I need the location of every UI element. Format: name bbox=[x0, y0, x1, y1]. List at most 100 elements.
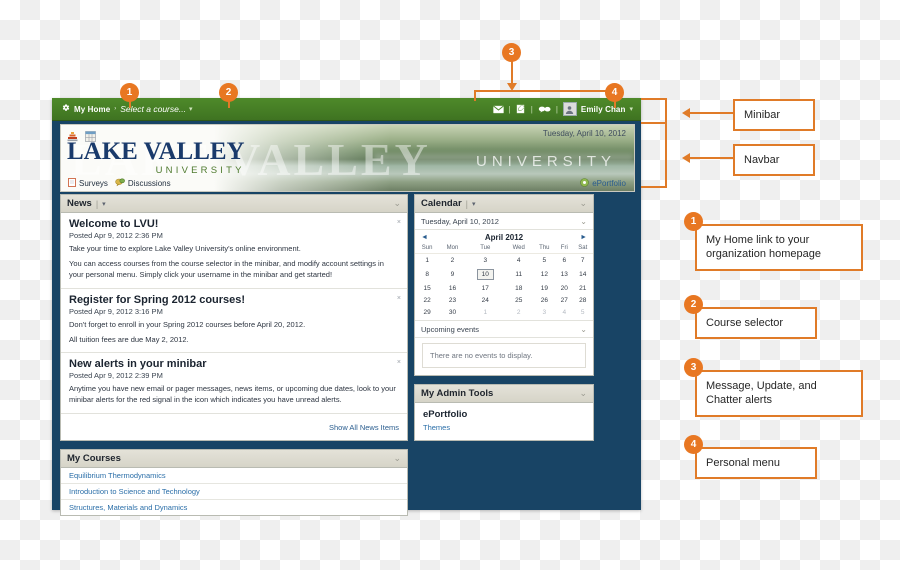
calendar-day[interactable]: 25 bbox=[505, 294, 533, 306]
personal-menu[interactable]: Emily Chan ▾ bbox=[562, 102, 633, 116]
calendar-day[interactable]: 9 bbox=[439, 266, 465, 282]
calendar-day[interactable]: 27 bbox=[556, 294, 572, 306]
course-selector[interactable]: Select a course... ▾ bbox=[120, 104, 192, 114]
calendar-day-today-label: 10 bbox=[476, 268, 494, 280]
calendar-day[interactable]: 5 bbox=[533, 254, 556, 267]
calendar-day[interactable]: 12 bbox=[533, 266, 556, 282]
calendar-day[interactable]: 21 bbox=[572, 282, 593, 294]
collapse-icon[interactable]: ⌄ bbox=[579, 198, 587, 209]
admin-tools-themes-link[interactable]: Themes bbox=[423, 423, 585, 432]
my-courses-header: My Courses ⌄ bbox=[61, 450, 407, 469]
calendar-day[interactable]: 18 bbox=[505, 282, 533, 294]
close-icon[interactable]: × bbox=[397, 219, 401, 226]
calendar-current-date-row: Tuesday, April 10, 2012 ⌄ bbox=[415, 213, 593, 230]
badge-1-legend: 1 bbox=[684, 212, 703, 231]
navbar-links: Surveys Discussions ePortfolio bbox=[61, 176, 634, 191]
collapse-icon[interactable]: ⌄ bbox=[579, 388, 587, 399]
calendar-day[interactable]: 22 bbox=[415, 294, 439, 306]
calendar-day[interactable]: 1 bbox=[415, 254, 439, 267]
avatar bbox=[562, 102, 577, 116]
calendar-day[interactable]: 14 bbox=[572, 266, 593, 282]
badge-3-legend: 3 bbox=[684, 358, 703, 377]
calendar-day[interactable]: 7 bbox=[572, 254, 593, 267]
course-link[interactable]: Introduction to Science and Technology bbox=[61, 484, 407, 501]
collapse-icon[interactable]: ⌄ bbox=[393, 453, 401, 464]
nav-link-discussions-label: Discussions bbox=[127, 179, 171, 188]
calendar-week-row: 8 9 10 11 12 13 14 bbox=[415, 266, 593, 282]
chevron-down-icon: ▾ bbox=[188, 106, 193, 113]
navbar-arrow-line bbox=[690, 157, 733, 159]
upcoming-events-label: Upcoming events bbox=[421, 324, 479, 334]
navbar-bracket bbox=[641, 122, 667, 188]
callout-minibar: Minibar bbox=[733, 99, 815, 132]
nav-link-discussions[interactable]: Discussions bbox=[115, 178, 171, 189]
calendar-day[interactable]: 30 bbox=[439, 306, 465, 318]
nav-link-surveys[interactable]: Surveys bbox=[68, 178, 108, 189]
calendar-day[interactable]: 2 bbox=[439, 254, 465, 267]
calendar-weekday: Mon bbox=[439, 243, 466, 254]
calendar-day[interactable]: 17 bbox=[466, 282, 505, 294]
news-item-date: Posted Apr 9, 2012 2:36 PM bbox=[69, 231, 163, 240]
navbar-arrow-head bbox=[682, 153, 690, 163]
callout-4: Personal menu bbox=[695, 447, 817, 480]
calendar-day-outside[interactable]: 4 bbox=[556, 306, 572, 318]
chatter-alert-icon[interactable] bbox=[538, 105, 551, 113]
calendar-day[interactable]: 3 bbox=[466, 254, 505, 267]
collapse-icon[interactable]: ⌄ bbox=[580, 325, 587, 334]
upcoming-events-header[interactable]: Upcoming events ⌄ bbox=[415, 320, 593, 338]
calendar-day-outside[interactable]: 2 bbox=[505, 306, 533, 318]
nav-link-surveys-label: Surveys bbox=[79, 179, 108, 188]
calendar-day[interactable]: 26 bbox=[533, 294, 556, 306]
my-courses-widget: My Courses ⌄ Equilibrium Thermodynamics … bbox=[60, 449, 408, 517]
close-icon[interactable]: × bbox=[397, 359, 401, 366]
calendar-day[interactable]: 4 bbox=[505, 254, 533, 267]
calendar-day-today[interactable]: 10 bbox=[466, 266, 505, 282]
news-item: × New alerts in your minibar Posted Apr … bbox=[61, 353, 407, 415]
minibar-right-group: | | | Emily Chan ▾ bbox=[492, 102, 641, 116]
calendar-day[interactable]: 11 bbox=[505, 266, 533, 282]
course-link[interactable]: Equilibrium Thermodynamics bbox=[61, 468, 407, 485]
nav-link-eportfolio[interactable]: ePortfolio bbox=[580, 178, 626, 189]
my-home-link[interactable]: My Home bbox=[61, 104, 110, 114]
news-widget-header: News | ▾ ⌄ bbox=[61, 195, 407, 213]
calendar-month-label: April 2012 bbox=[484, 233, 524, 242]
calendar-day-outside[interactable]: 5 bbox=[572, 306, 593, 318]
calendar-day[interactable]: 8 bbox=[415, 266, 439, 282]
calendar-day[interactable]: 23 bbox=[439, 294, 465, 306]
collapse-icon[interactable]: ⌄ bbox=[393, 198, 401, 209]
calendar-day[interactable]: 6 bbox=[556, 254, 572, 267]
chevron-down-icon[interactable]: ▾ bbox=[472, 200, 476, 208]
show-all-news-link[interactable]: Show All News Items bbox=[329, 423, 399, 432]
calendar-day[interactable]: 16 bbox=[439, 282, 465, 294]
calendar-day[interactable]: 19 bbox=[533, 282, 556, 294]
update-alert-icon[interactable] bbox=[516, 104, 526, 114]
calendar-day[interactable]: 28 bbox=[572, 294, 593, 306]
organization-logo[interactable]: LAKE VALLEY UNIVERSITY bbox=[67, 139, 245, 176]
message-alert-icon[interactable] bbox=[492, 105, 504, 114]
navbar: LAKE VALLEY UNIVERSITY Tuesday, April 10… bbox=[60, 124, 635, 192]
callout-2: Course selector bbox=[695, 307, 817, 340]
news-item-paragraph: All tuition fees are due May 2, 2012. bbox=[69, 334, 189, 344]
calendar-day-outside[interactable]: 1 bbox=[466, 306, 505, 318]
minibar-bracket bbox=[641, 98, 667, 124]
logo-primary-text: LAKE VALLEY bbox=[67, 138, 245, 165]
next-month-icon[interactable]: ► bbox=[580, 234, 587, 241]
calendar-day[interactable]: 13 bbox=[556, 266, 572, 282]
banner-date: Tuesday, April 10, 2012 bbox=[542, 129, 626, 138]
close-icon[interactable]: × bbox=[397, 295, 401, 302]
collapse-icon[interactable]: ⌄ bbox=[580, 217, 587, 226]
news-item-date: Posted Apr 9, 2012 2:39 PM bbox=[69, 371, 163, 381]
callout-1: My Home link to your organization homepa… bbox=[695, 224, 863, 271]
news-item: × Register for Spring 2012 courses! Post… bbox=[61, 289, 407, 354]
calendar-grid: Sun Mon Tue Wed Thu Fri Sat 1 2 3 4 5 6 … bbox=[415, 243, 593, 318]
badge-2: 2 bbox=[219, 83, 238, 102]
calendar-day-outside[interactable]: 3 bbox=[533, 306, 556, 318]
chevron-down-icon[interactable]: ▾ bbox=[102, 200, 106, 208]
calendar-widget-title: Calendar bbox=[421, 198, 462, 209]
calendar-day[interactable]: 15 bbox=[415, 282, 439, 294]
calendar-day[interactable]: 29 bbox=[415, 306, 439, 318]
calendar-day[interactable]: 24 bbox=[466, 294, 505, 306]
course-link[interactable]: Structures, Materials and Dynamics bbox=[61, 500, 407, 515]
calendar-day[interactable]: 20 bbox=[556, 282, 572, 294]
prev-month-icon[interactable]: ◄ bbox=[421, 234, 428, 241]
